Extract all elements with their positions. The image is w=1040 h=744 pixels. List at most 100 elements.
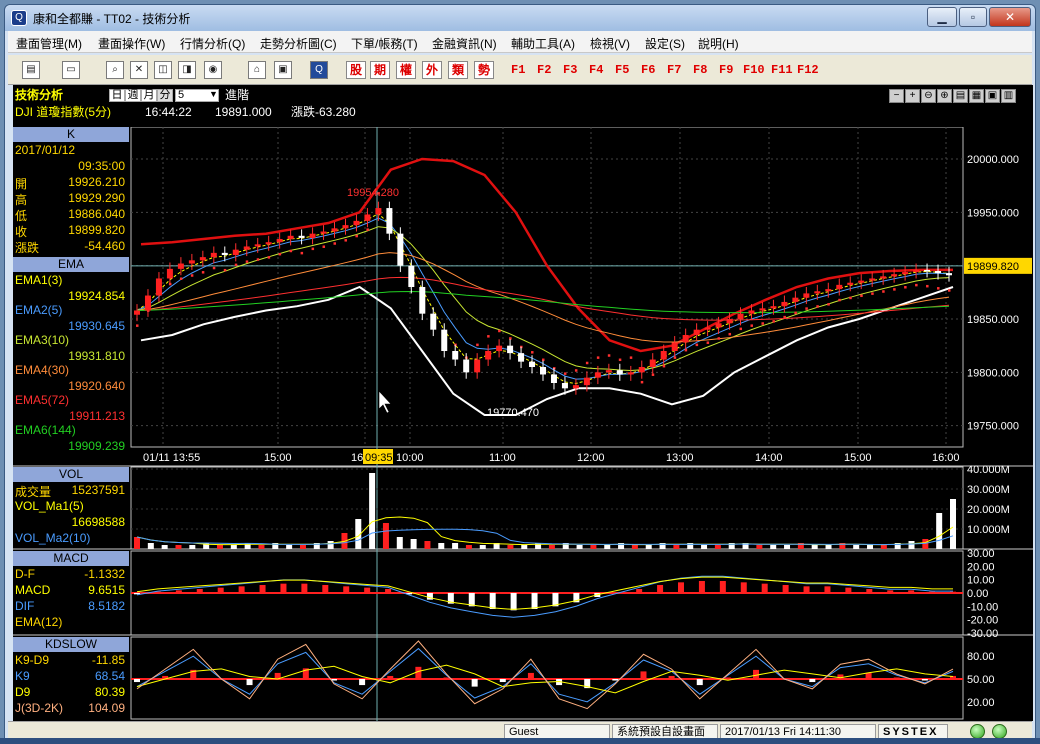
- menu-quote-analysis[interactable]: 行情分析(Q): [180, 35, 245, 52]
- k-panel-header[interactable]: K: [13, 127, 129, 142]
- zoom-out-button[interactable]: −: [889, 89, 904, 103]
- zoom-in-button[interactable]: +: [905, 89, 920, 103]
- sar-dot: [245, 260, 249, 263]
- f6-button[interactable]: F6: [641, 63, 655, 77]
- sar-dot: [333, 242, 337, 245]
- menu-screen-operate[interactable]: 畫面操作(W): [98, 35, 165, 52]
- kd-bar: [527, 672, 534, 679]
- window-icon[interactable]: ▣: [274, 61, 292, 79]
- sar-dot: [223, 268, 227, 272]
- kd-axis-label: 80.00: [967, 651, 995, 663]
- sar-dot: [860, 294, 863, 298]
- f10-button[interactable]: F10: [743, 63, 765, 77]
- k-row-value: 19899.820: [68, 223, 125, 237]
- cycle-icon[interactable]: ◉: [204, 61, 222, 79]
- menu-trend-chart[interactable]: 走勢分析圖(C): [260, 35, 337, 52]
- maximize-button[interactable]: ▫: [959, 7, 987, 27]
- menu-tools[interactable]: 輔助工具(A): [511, 35, 575, 52]
- volume-bar: [147, 543, 154, 549]
- candle: [518, 353, 525, 362]
- quick-stock-button[interactable]: 股: [346, 61, 366, 79]
- technical-chart[interactable]: 20000.00019950.00019900.00019850.0001980…: [13, 127, 1033, 721]
- candle: [134, 310, 140, 315]
- save-button[interactable]: ▣: [985, 89, 1000, 103]
- kd-row-label: J(3D-2K): [15, 701, 64, 715]
- f3-button[interactable]: F3: [563, 63, 577, 77]
- sar-dot: [574, 369, 578, 372]
- candle: [847, 282, 854, 285]
- period-day-tab[interactable]: 日: [109, 89, 125, 102]
- menu-finance-info[interactable]: 金融資訊(N): [432, 35, 497, 52]
- spin-icon[interactable]: ◨: [178, 61, 196, 79]
- f7-button[interactable]: F7: [667, 63, 681, 77]
- f9-button[interactable]: F9: [719, 63, 733, 77]
- candle: [726, 319, 733, 324]
- quick-trend-button[interactable]: 勢: [474, 61, 494, 79]
- macd-bar: [824, 586, 831, 593]
- menu-help[interactable]: 說明(H): [698, 35, 739, 52]
- candle: [869, 278, 876, 281]
- macd-panel-header[interactable]: MACD: [13, 551, 129, 566]
- period-minute-tab[interactable]: 分: [157, 89, 173, 102]
- candle: [375, 208, 382, 215]
- list-button[interactable]: ▤: [953, 89, 968, 103]
- kd-row-label: K9: [15, 669, 30, 683]
- menu-view[interactable]: 檢視(V): [590, 35, 630, 52]
- f2-button[interactable]: F2: [537, 63, 551, 77]
- period-month-tab[interactable]: 月: [141, 89, 157, 102]
- close-button[interactable]: ✕: [989, 7, 1031, 27]
- ema-panel-header[interactable]: EMA: [13, 257, 129, 272]
- f4-button[interactable]: F4: [589, 63, 603, 77]
- minimize-button[interactable]: ▁: [927, 7, 957, 27]
- logo-icon[interactable]: Q: [310, 61, 328, 79]
- kd-panel-header[interactable]: KDSLOW: [13, 637, 129, 652]
- f12-button[interactable]: F12: [797, 63, 819, 77]
- candle: [924, 269, 931, 272]
- close-window-icon[interactable]: ✕: [130, 61, 148, 79]
- monitor-icon[interactable]: ▭: [62, 61, 80, 79]
- magnify-plus-button[interactable]: ⊕: [937, 89, 952, 103]
- candle: [441, 329, 448, 351]
- macd-bar: [322, 585, 329, 593]
- f1-button[interactable]: F1: [511, 63, 525, 77]
- menu-settings[interactable]: 設定(S): [645, 35, 685, 52]
- section-title: 技術分析: [15, 88, 64, 102]
- menu-order[interactable]: 下單/帳務(T): [351, 35, 418, 52]
- volume-bar: [604, 545, 611, 549]
- candle: [803, 293, 810, 298]
- volume-panel-frame: [130, 466, 964, 550]
- candle: [770, 306, 777, 309]
- search-icon[interactable]: ⌕: [106, 61, 124, 79]
- app-icon[interactable]: Q: [11, 10, 27, 26]
- quick-futures-button[interactable]: 期: [370, 61, 390, 79]
- period-week-tab[interactable]: 週: [125, 89, 141, 102]
- menu-screen-manage[interactable]: 畫面管理(M): [16, 35, 82, 52]
- price-axis-label: 19800.000: [967, 367, 1019, 379]
- disk-icon[interactable]: ⌂: [248, 61, 266, 79]
- volume-bar: [230, 545, 237, 549]
- quick-category-button[interactable]: 類: [448, 61, 468, 79]
- quick-foreign-button[interactable]: 外: [422, 61, 442, 79]
- grid-button[interactable]: ▦: [969, 89, 984, 103]
- f5-button[interactable]: F5: [615, 63, 629, 77]
- f8-button[interactable]: F8: [693, 63, 707, 77]
- chevron-down-icon[interactable]: ▼: [209, 89, 218, 99]
- split-icon[interactable]: ◫: [154, 61, 172, 79]
- candle: [430, 313, 437, 330]
- magnify-minus-button[interactable]: ⊖: [921, 89, 936, 103]
- candle: [748, 310, 755, 314]
- sar-dot: [179, 277, 183, 280]
- k-row-value: -54.460: [84, 239, 125, 253]
- macd-bar: [803, 586, 810, 593]
- quick-options-button[interactable]: 權: [396, 61, 416, 79]
- print-button[interactable]: ▥: [1001, 89, 1016, 103]
- vol-panel-header[interactable]: VOL: [13, 467, 129, 482]
- sar-dot: [794, 311, 797, 315]
- advanced-link[interactable]: 進階: [225, 88, 249, 102]
- volume-bar: [189, 545, 196, 549]
- ema-row-label: EMA4(30): [15, 363, 70, 377]
- macd-bar: [364, 587, 371, 593]
- f11-button[interactable]: F11: [771, 63, 793, 77]
- sar-dot: [684, 348, 688, 352]
- chart-icon[interactable]: ▤: [22, 61, 40, 79]
